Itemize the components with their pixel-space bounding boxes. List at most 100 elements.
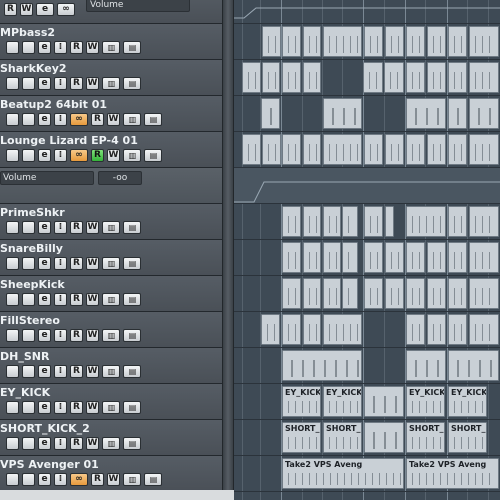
midi-part[interactable] xyxy=(406,278,425,309)
midi-part[interactable] xyxy=(448,314,467,345)
eq-button[interactable]: ⁞ xyxy=(54,221,67,234)
track-name[interactable]: VPS Avenger 01 xyxy=(0,456,220,474)
lanes-button[interactable]: ▥ xyxy=(102,293,120,306)
midi-part[interactable] xyxy=(427,278,446,309)
track-header[interactable]: MPbass2 e ⁞ R W ▥ ▤ xyxy=(0,24,222,60)
midi-part[interactable] xyxy=(469,98,499,129)
edit-instrument-button[interactable]: e xyxy=(38,113,51,126)
midi-part[interactable] xyxy=(303,206,321,237)
midi-part[interactable] xyxy=(323,314,362,345)
midi-part[interactable] xyxy=(242,62,261,93)
track-versions-button[interactable]: ▤ xyxy=(144,473,162,486)
midi-part[interactable] xyxy=(282,206,301,237)
midi-part[interactable] xyxy=(469,206,499,237)
track-name[interactable]: MPbass2 xyxy=(0,24,220,42)
track-versions-button[interactable]: ▤ xyxy=(123,257,141,270)
edit-button[interactable]: e xyxy=(36,3,54,16)
midi-part[interactable] xyxy=(261,314,280,345)
track-versions-button[interactable]: ▤ xyxy=(123,293,141,306)
track-versions-button[interactable]: ▤ xyxy=(123,401,141,414)
midi-part[interactable] xyxy=(303,134,321,165)
edit-instrument-button[interactable]: e xyxy=(38,473,51,486)
track-versions-button[interactable]: ▤ xyxy=(123,77,141,90)
audio-event[interactable]: EY_KICK xyxy=(406,386,445,417)
midi-part[interactable] xyxy=(364,278,383,309)
track-header[interactable]: EY_KICK e ⁞ R W ▥ ▤ xyxy=(0,384,222,420)
mute-button[interactable] xyxy=(6,149,19,162)
write-automation-button[interactable]: W xyxy=(86,221,99,234)
edit-instrument-button[interactable]: e xyxy=(38,293,51,306)
midi-part[interactable] xyxy=(469,62,499,93)
midi-part[interactable] xyxy=(469,314,499,345)
solo-button[interactable] xyxy=(22,77,35,90)
solo-button[interactable] xyxy=(22,113,35,126)
eq-button[interactable]: ⁞ xyxy=(54,113,67,126)
edit-instrument-button[interactable]: e xyxy=(38,401,51,414)
track-versions-button[interactable]: ▤ xyxy=(144,113,162,126)
track-name[interactable]: SharkKey2 xyxy=(0,60,220,78)
midi-part[interactable] xyxy=(262,62,280,93)
edit-instrument-button[interactable]: e xyxy=(38,329,51,342)
midi-part[interactable] xyxy=(448,26,467,57)
mute-button[interactable] xyxy=(6,329,19,342)
midi-part[interactable] xyxy=(427,26,446,57)
midi-part[interactable] xyxy=(385,278,404,309)
audio-event[interactable]: SHORT_I xyxy=(448,422,487,453)
midi-part[interactable] xyxy=(303,278,321,309)
lanes-button[interactable]: ▥ xyxy=(102,329,120,342)
track-header[interactable]: SnareBilly e ⁞ R W ▥ ▤ xyxy=(0,240,222,276)
solo-button[interactable] xyxy=(22,257,35,270)
solo-button[interactable] xyxy=(22,401,35,414)
audio-event[interactable]: SHORT_ xyxy=(406,422,445,453)
midi-part[interactable] xyxy=(385,206,394,237)
track-header[interactable]: Volume -oo xyxy=(0,168,222,204)
midi-part[interactable] xyxy=(323,242,341,273)
automation-curve[interactable] xyxy=(234,168,500,204)
eq-button[interactable]: ⁞ xyxy=(54,41,67,54)
midi-part[interactable] xyxy=(364,26,383,57)
write-automation-button[interactable]: W xyxy=(86,401,99,414)
midi-part[interactable] xyxy=(406,314,425,345)
mute-button[interactable] xyxy=(6,401,19,414)
edit-instrument-button[interactable]: e xyxy=(38,221,51,234)
midi-part[interactable] xyxy=(303,242,321,273)
audio-event[interactable]: EY_KICK xyxy=(448,386,487,417)
track-header[interactable]: DH_SNR e ⁞ R W ▥ ▤ xyxy=(0,348,222,384)
eq-button[interactable]: ⁞ xyxy=(54,257,67,270)
midi-part[interactable] xyxy=(406,26,425,57)
solo-button[interactable] xyxy=(22,473,35,486)
midi-part[interactable] xyxy=(282,62,301,93)
edit-instrument-button[interactable]: e xyxy=(38,41,51,54)
audio-event[interactable]: SHORT_I xyxy=(323,422,362,453)
track-name[interactable]: Beatup2 64bit 01 xyxy=(0,96,220,114)
midi-part[interactable] xyxy=(262,134,281,165)
automation-parameter-field[interactable]: Volume xyxy=(86,0,190,12)
midi-part[interactable] xyxy=(323,278,341,309)
track-header[interactable]: Beatup2 64bit 01 e ⁞ ∞ R W ▥ ▤ xyxy=(0,96,222,132)
solo-button[interactable] xyxy=(22,293,35,306)
audio-event[interactable]: SHORT_ xyxy=(282,422,321,453)
midi-part[interactable] xyxy=(406,62,425,93)
read-automation-button[interactable]: R xyxy=(70,77,83,90)
mute-button[interactable] xyxy=(6,113,19,126)
midi-part[interactable] xyxy=(469,26,499,57)
track-name[interactable]: EY_KICK xyxy=(0,384,220,402)
track-header[interactable]: VPS Avenger 01 e ⁞ ∞ R W ▥ ▤ xyxy=(0,456,222,492)
solo-button[interactable] xyxy=(22,221,35,234)
midi-part[interactable] xyxy=(385,134,404,165)
read-automation-button[interactable]: R xyxy=(4,3,17,16)
midi-part[interactable] xyxy=(427,242,446,273)
monitor-button[interactable]: ∞ xyxy=(70,473,88,486)
monitor-button[interactable]: ∞ xyxy=(57,3,75,16)
read-automation-button[interactable]: R xyxy=(70,437,83,450)
track-versions-button[interactable]: ▤ xyxy=(123,329,141,342)
eq-button[interactable]: ⁞ xyxy=(54,77,67,90)
midi-part[interactable] xyxy=(448,62,467,93)
midi-part[interactable] xyxy=(448,98,467,129)
master-automation-curve[interactable] xyxy=(234,0,500,24)
read-automation-button[interactable]: R xyxy=(91,113,104,126)
audio-event[interactable]: Take2 VPS Aveng xyxy=(282,458,404,489)
midi-part[interactable] xyxy=(342,242,358,273)
eq-button[interactable]: ⁞ xyxy=(54,473,67,486)
automation-value-field[interactable]: -oo xyxy=(98,171,142,185)
